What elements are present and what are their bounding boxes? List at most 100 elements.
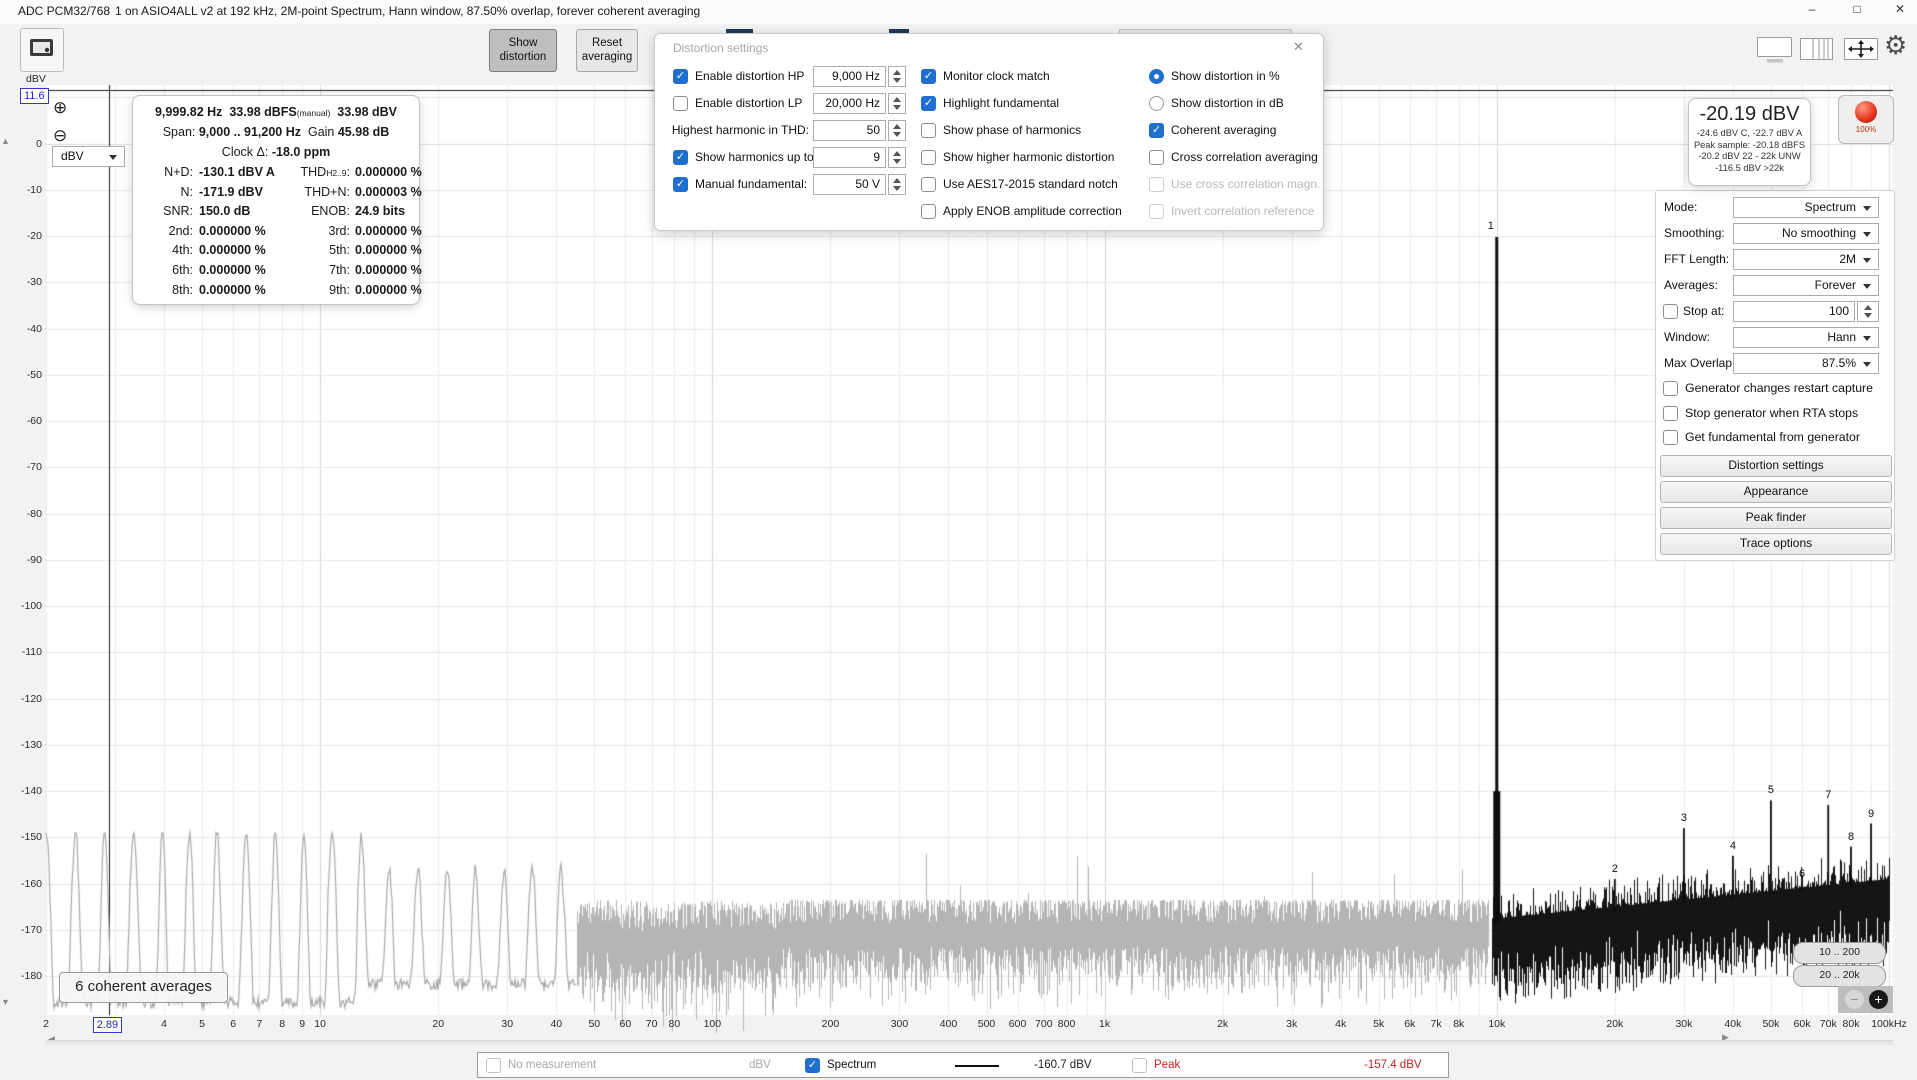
peak-checkbox[interactable] (1132, 1058, 1147, 1073)
control-spinner[interactable] (1857, 301, 1879, 322)
dialog-spinner[interactable] (888, 174, 906, 195)
y-tick-label: -170 (4, 924, 42, 936)
y-tick-label: -150 (4, 831, 42, 843)
spin-up-icon[interactable] (893, 97, 901, 102)
appearance-button[interactable]: Appearance (1660, 481, 1892, 503)
zoom-out-y-icon[interactable]: ⊖ (53, 127, 67, 144)
level-readout-panel: -20.19 dBV -24.6 dBV C, -22.7 dBV APeak … (1688, 98, 1811, 186)
spin-up-icon[interactable] (893, 124, 901, 129)
spin-up-icon[interactable] (893, 178, 901, 183)
no-measurement-checkbox[interactable] (486, 1058, 501, 1073)
stat-value: 0.000003 % (355, 185, 422, 199)
dialog-spin-value[interactable]: 20,000 Hz (813, 93, 886, 114)
dialog-spinner[interactable] (888, 66, 906, 87)
dialog-checkbox[interactable] (1149, 150, 1164, 165)
spin-up-icon[interactable] (893, 70, 901, 75)
dialog-checkbox[interactable] (1149, 177, 1164, 192)
dialog-check-label: Show harmonics up to: (695, 150, 817, 164)
stat-label: 9th: (253, 283, 350, 297)
x-tick-label: 10 (280, 1018, 360, 1030)
option-checkbox[interactable] (1663, 381, 1678, 396)
measurement-stats-panel: 9,999.82 Hz 33.98 dBFS(manual) 33.98 dBV… (132, 95, 420, 305)
dialog-close-icon[interactable]: ✕ (1293, 39, 1304, 55)
control-dropdown[interactable]: Forever (1733, 275, 1879, 296)
trace-options-button[interactable]: Trace options (1660, 533, 1892, 555)
dialog-checkbox[interactable] (1149, 204, 1164, 219)
level-detail-line: Peak sample: -20.18 dBFS (1689, 140, 1810, 152)
dialog-check-label: Enable distortion HP (695, 69, 804, 83)
scroll-up-icon[interactable]: ▲ (1, 136, 10, 146)
horizontal-scroll-track[interactable] (46, 1040, 1893, 1045)
record-button[interactable]: 100% (1838, 95, 1894, 144)
spin-down-icon[interactable] (893, 132, 901, 137)
level-detail-line: -20.2 dBV 22 - 22k UNW (1689, 151, 1810, 163)
range-10-200-button[interactable]: 10 .. 200 (1793, 942, 1886, 964)
control-dropdown[interactable]: Spectrum (1733, 197, 1879, 218)
dialog-spin-value[interactable]: 9 (813, 147, 886, 168)
spin-down-icon[interactable] (893, 105, 901, 110)
dialog-spin-value[interactable]: 9,000 Hz (813, 66, 886, 87)
dialog-checkbox[interactable]: ✓ (921, 69, 936, 84)
dialog-spin-value[interactable]: 50 (813, 120, 886, 141)
y-cursor-value[interactable]: 11.6 (20, 88, 49, 104)
dialog-checkbox[interactable] (921, 204, 936, 219)
spectrum-trace-swatch (955, 1065, 999, 1067)
option-checkbox[interactable] (1663, 406, 1678, 421)
scroll-down-icon[interactable]: ▼ (1, 997, 10, 1007)
spectrum-checkbox[interactable]: ✓ (805, 1058, 820, 1073)
status-unit-label: dBV (749, 1059, 771, 1071)
option-label: Get fundamental from generator (1685, 430, 1860, 444)
dialog-checkbox[interactable]: ✓ (673, 69, 688, 84)
control-spin-value[interactable]: 100 (1733, 301, 1855, 322)
distortion-settings-button[interactable]: Distortion settings (1660, 455, 1892, 477)
dialog-checkbox[interactable]: ✓ (921, 96, 936, 111)
stat-label: 2nd: (133, 224, 193, 238)
dialog-checkbox[interactable] (673, 96, 688, 111)
spin-down-icon[interactable] (1864, 313, 1872, 318)
span-readout: Span: 9,000 .. 91,200 Hz Gain 45.98 dB (133, 125, 419, 139)
dialog-spinner[interactable] (888, 120, 906, 141)
dialog-radio[interactable] (1149, 69, 1164, 84)
spin-up-icon[interactable] (893, 151, 901, 156)
control-label: Window: (1664, 330, 1710, 344)
range-20-20k-button[interactable]: 20 .. 20k (1793, 965, 1886, 987)
zoom-in-y-icon[interactable]: ⊕ (53, 99, 67, 116)
dialog-spinner[interactable] (888, 147, 906, 168)
dialog-field-label: Highest harmonic in THD: (659, 123, 809, 137)
y-unit-select[interactable]: dBV (52, 146, 125, 167)
option-checkbox[interactable] (1663, 430, 1678, 445)
dialog-checkbox[interactable]: ✓ (1149, 123, 1164, 138)
control-dropdown[interactable]: No smoothing (1733, 223, 1879, 244)
control-dropdown[interactable]: Hann (1733, 327, 1879, 348)
dialog-check-label: Use AES17-2015 standard notch (943, 177, 1118, 191)
level-detail-line: -24.6 dBV C, -22.7 dBV A (1689, 128, 1810, 140)
dialog-checkbox[interactable] (921, 177, 936, 192)
peak-finder-button[interactable]: Peak finder (1660, 507, 1892, 529)
stop-at-checkbox[interactable] (1663, 304, 1678, 319)
dialog-spin-value[interactable]: 50 V (813, 174, 886, 195)
harmonic-label: 4 (1730, 840, 1736, 852)
dialog-checkbox[interactable]: ✓ (673, 177, 688, 192)
x-cursor-value[interactable]: 2.89 (93, 1017, 122, 1033)
control-dropdown[interactable]: 2M (1733, 249, 1879, 270)
spin-down-icon[interactable] (893, 159, 901, 164)
control-dropdown[interactable]: 87.5% (1733, 353, 1879, 374)
control-label: FFT Length: (1664, 252, 1729, 266)
zoom-in-icon[interactable]: + (1869, 990, 1888, 1009)
dialog-check-label: Show distortion in % (1171, 69, 1280, 83)
dialog-checkbox[interactable] (921, 150, 936, 165)
dialog-checkbox[interactable]: ✓ (673, 150, 688, 165)
y-tick-label: -120 (4, 693, 42, 705)
no-measurement-label: No measurement (508, 1059, 596, 1071)
dialog-checkbox[interactable] (921, 123, 936, 138)
spin-up-icon[interactable] (1864, 305, 1872, 310)
manual-tag: (manual) (297, 108, 331, 118)
dialog-title: Distortion settings (673, 41, 768, 55)
zoom-out-icon[interactable]: − (1845, 990, 1864, 1009)
spin-down-icon[interactable] (893, 78, 901, 83)
spin-down-icon[interactable] (893, 186, 901, 191)
dialog-radio[interactable] (1149, 96, 1164, 111)
stat-value: 0.000000 % (355, 224, 422, 238)
record-icon (1855, 101, 1877, 123)
dialog-spinner[interactable] (888, 93, 906, 114)
